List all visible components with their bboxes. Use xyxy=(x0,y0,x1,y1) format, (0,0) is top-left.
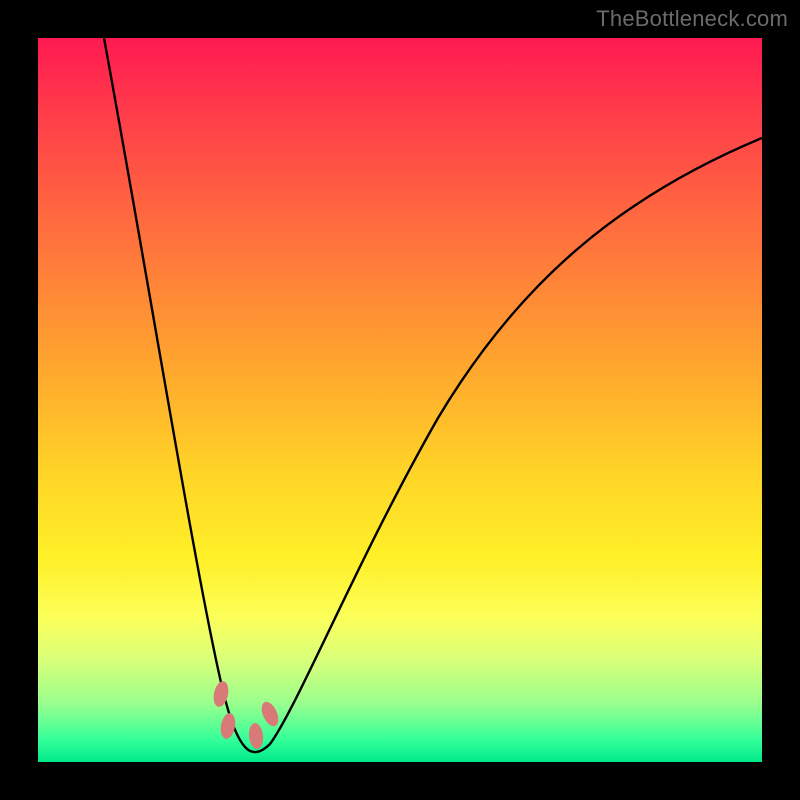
marker-a xyxy=(211,680,230,708)
marker-c xyxy=(248,722,265,749)
bottleneck-curve xyxy=(104,38,762,752)
attribution-label: TheBottleneck.com xyxy=(596,6,788,32)
chart-frame: TheBottleneck.com xyxy=(0,0,800,800)
marker-group xyxy=(211,680,281,750)
plot-area xyxy=(38,38,762,762)
marker-b xyxy=(219,712,237,740)
curve-layer xyxy=(38,38,762,762)
marker-d xyxy=(258,699,281,728)
